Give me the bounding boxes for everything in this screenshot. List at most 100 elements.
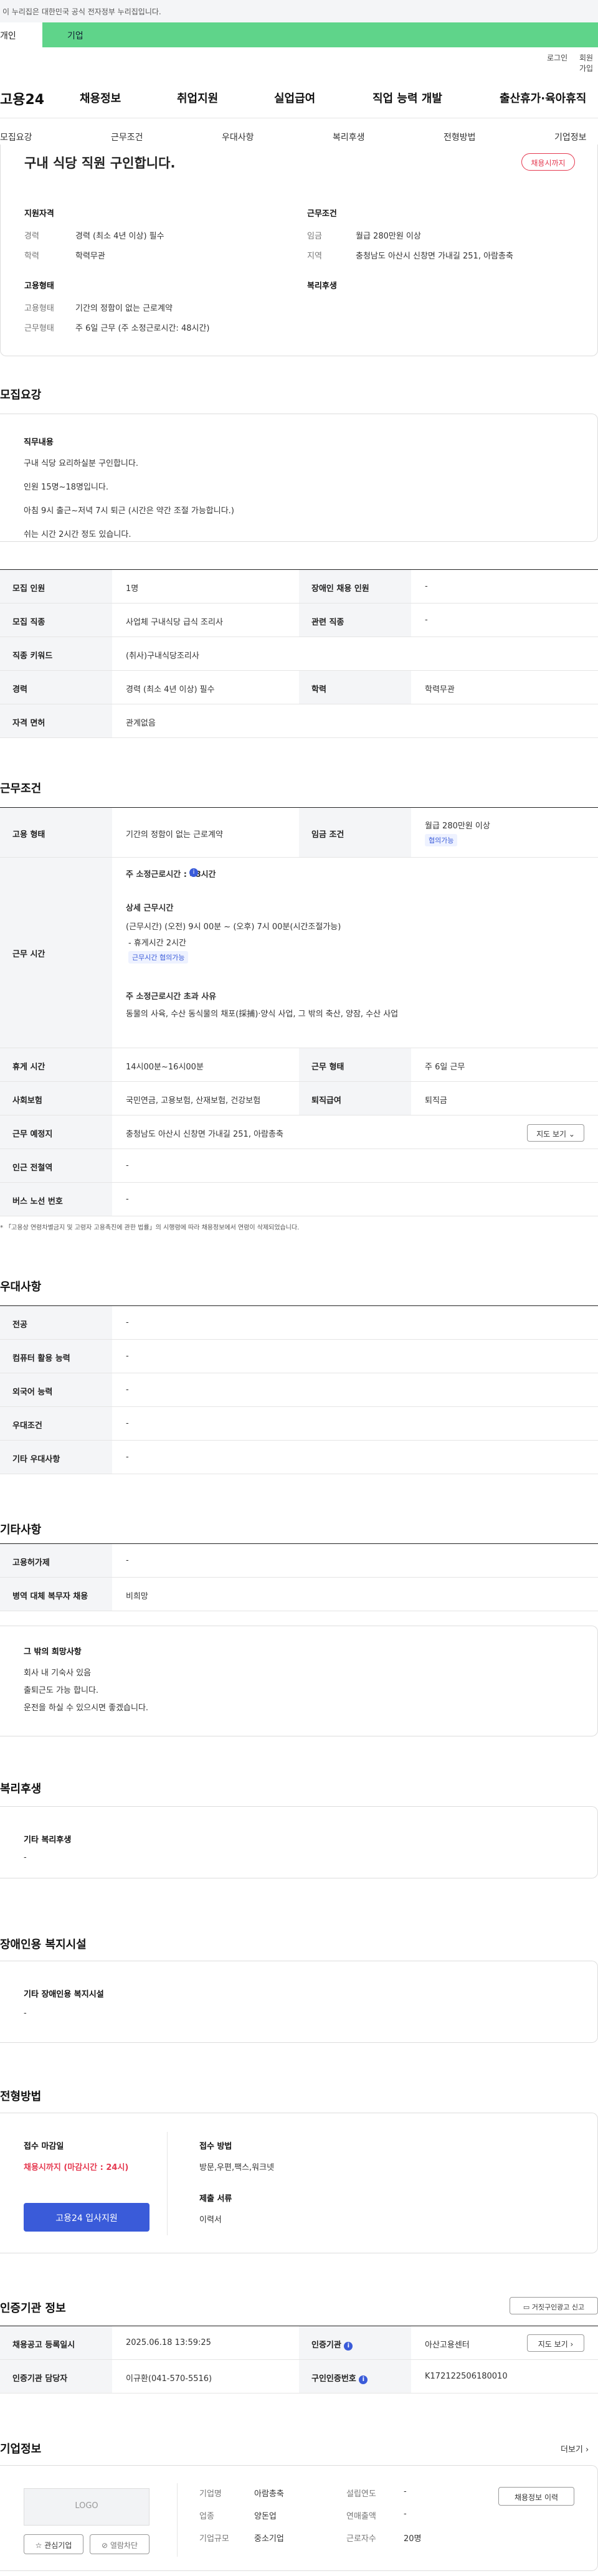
disability-box: 기타 장애인용 복지시설 - [0, 1961, 598, 2043]
apply-button[interactable]: 고용24 입사지원 [24, 2203, 150, 2232]
chevron-down-icon: ⌄ [568, 1130, 575, 1139]
other-wishes-line: 회사 내 기숙사 있음 [24, 1669, 92, 1678]
table-cell: - [425, 582, 428, 591]
company-name-label: 기업명 [199, 2489, 222, 2499]
revenue-value: - [404, 2509, 407, 2519]
company-size-label: 기업규모 [199, 2534, 229, 2544]
selection-heading: 전형방법 [0, 2090, 42, 2103]
block-view-label: 열람차단 [110, 2541, 138, 2550]
deadline-value: 채용시까지 (마감시간 : 24시) [24, 2163, 129, 2172]
other-wishes-line: 운전을 하실 수 있으시면 좋겠습니다. [24, 1703, 149, 1713]
table-row: 고용 형태 기간의 정함이 없는 근로계약 임금 조건 월급 280만원 이상 … [0, 808, 598, 858]
subnav-preferences[interactable]: 우대사항 [222, 131, 254, 143]
founded-label: 설립연도 [346, 2489, 376, 2499]
conditions-title: 근무조건 [307, 209, 337, 219]
table-cell: - [126, 1195, 129, 1204]
table-header: 경력 [0, 671, 112, 704]
employment-type-label: 고용형태 [24, 304, 54, 313]
detail-hours-line: - 휴게시간 2시간 [128, 939, 186, 948]
table-header: 휴게 시간 [0, 1048, 112, 1081]
table-row: 채용공고 등록일시 2025.06.18 13:59:25 인증기관 i 아산고… [0, 2326, 598, 2360]
table-header: 장애인 채용 인원 [299, 570, 411, 603]
more-link[interactable]: 더보기 › [561, 2443, 589, 2455]
staff-count-label: 근로자수 [346, 2534, 376, 2544]
selection-box: 접수 마감일 채용시까지 (마감시간 : 24시) 고용24 입사지원 접수 방… [0, 2113, 598, 2253]
table-cell: - [126, 1556, 129, 1565]
documents-value: 이력서 [199, 2215, 222, 2225]
table-cell: - [126, 1318, 129, 1327]
conditions-heading: 근무조건 [0, 782, 42, 795]
nav-employment-support[interactable]: 취업지원 [177, 90, 218, 106]
subnav-welfare[interactable]: 복리후생 [333, 131, 365, 143]
info-icon[interactable]: i [344, 2342, 353, 2351]
block-icon: ⊘ [101, 2541, 110, 2550]
others-heading: 기타사항 [0, 1523, 42, 1537]
agency-heading: 인증기관 정보 [0, 2302, 66, 2315]
job-description-line: 쉬는 시간 2시간 정도 있습니다. [24, 530, 131, 539]
table-cell: 이규환(041-570-5516) [126, 2374, 212, 2384]
revenue-label: 연매출액 [346, 2512, 376, 2521]
map-button[interactable]: 지도 보기 › [527, 2334, 584, 2352]
site-logo[interactable]: 고용24 [0, 88, 44, 108]
welfare-box: 기타 복리후생 - [0, 1806, 598, 1878]
info-icon[interactable]: i [359, 2375, 368, 2384]
table-row: 컴퓨터 활용 능력 - [0, 1340, 598, 1373]
table-cell: - [126, 1385, 129, 1395]
chevron-right-icon: › [586, 2445, 589, 2455]
company-size-value: 중소기업 [254, 2534, 284, 2544]
block-view-button[interactable]: ⊘ 열람차단 [90, 2534, 150, 2554]
nav-jobs[interactable]: 채용정보 [80, 90, 121, 106]
favorite-company-button[interactable]: ☆ 관심기업 [24, 2534, 83, 2554]
map-button[interactable]: 지도 보기 ⌄ [527, 1124, 584, 1142]
disability-heading: 장애인용 복지시설 [0, 1938, 87, 1951]
age-footnote-text: 「고용상 연령차별금지 및 고령자 고용촉진에 관한 법률」의 시행령에 따라 … [5, 1224, 300, 1231]
divider [177, 2483, 178, 2557]
table-row: 고용허가제 - [0, 1544, 598, 1578]
method-title: 접수 방법 [199, 2142, 232, 2151]
table-header: 근무 형태 [299, 1048, 411, 1081]
table-row: 경력 경력 (최소 4년 이상) 필수 학력 학력무관 [0, 671, 598, 704]
info-icon[interactable]: i [189, 868, 198, 877]
tab-company[interactable]: 기업 [42, 22, 598, 47]
table-header: 인근 전철역 [0, 1149, 112, 1182]
role-tabs: 개인 기업 [0, 22, 598, 47]
company-name-value: 아람총축 [254, 2489, 284, 2499]
table-header: 기타 우대사항 [0, 1441, 112, 1474]
founded-value: - [404, 2487, 407, 2496]
subnav-selection[interactable]: 전형방법 [444, 131, 476, 143]
report-fake-ad-button[interactable]: ▭ 거짓구인광고 신고 [510, 2297, 598, 2314]
global-nav: 고용24 채용정보 취업지원 실업급여 직업 능력 개발 출산휴가·육아휴직 [0, 72, 598, 118]
documents-title: 제출 서류 [199, 2194, 232, 2204]
tab-personal[interactable]: 개인 [0, 22, 42, 47]
region-label: 지역 [307, 252, 322, 261]
industry-value: 양돈업 [254, 2512, 277, 2521]
nav-job-training[interactable]: 직업 능력 개발 [373, 90, 442, 106]
login-link[interactable]: 로그인 [547, 52, 567, 63]
table-header: 고용허가제 [0, 1544, 112, 1577]
job-description-line: 아침 9시 출근~저녁 7시 퇴근 (시간은 약간 조절 가능합니다.) [24, 506, 234, 516]
work-type-value: 주 6일 근무 (주 소정근로시간: 48시간) [75, 324, 210, 333]
other-wishes-line: 출퇴근도 가능 합니다. [24, 1686, 99, 1695]
subnav-company[interactable]: 기업정보 [554, 131, 587, 143]
table-header: 사회보험 [0, 1082, 112, 1115]
welfare-box-value: - [24, 1853, 27, 1862]
nav-unemployment-benefit[interactable]: 실업급여 [274, 90, 315, 106]
disability-box-title: 기타 장애인용 복지시설 [24, 1990, 104, 1999]
welfare-box-title: 기타 복리후생 [24, 1835, 72, 1845]
job-description-title: 직무내용 [24, 438, 54, 447]
table-cell: 사업체 구내식당 급식 조리사 [126, 618, 223, 627]
job-history-button[interactable]: 채용정보 이력 [498, 2487, 574, 2506]
table-header: 채용공고 등록일시 [0, 2326, 112, 2359]
join-link[interactable]: 회원가입 [579, 52, 598, 73]
table-header: 컴퓨터 활용 능력 [0, 1340, 112, 1373]
staff-count-value: 20명 [404, 2534, 422, 2544]
table-header: 구인인증번호 i [299, 2360, 411, 2393]
nav-parental-leave[interactable]: 출산휴가·육아휴직 [500, 90, 586, 106]
subnav-conditions[interactable]: 근무조건 [111, 131, 143, 143]
table-row: 우대조건 - [0, 1407, 598, 1441]
subnav-recruit[interactable]: 모집요강 [0, 131, 32, 143]
more-link-label: 더보기 [561, 2445, 583, 2455]
table-header-label: 구인인증번호 [311, 2374, 356, 2384]
table-row: 기타 우대사항 - [0, 1441, 598, 1474]
detail-hours-title: 상세 근무시간 [126, 904, 174, 913]
